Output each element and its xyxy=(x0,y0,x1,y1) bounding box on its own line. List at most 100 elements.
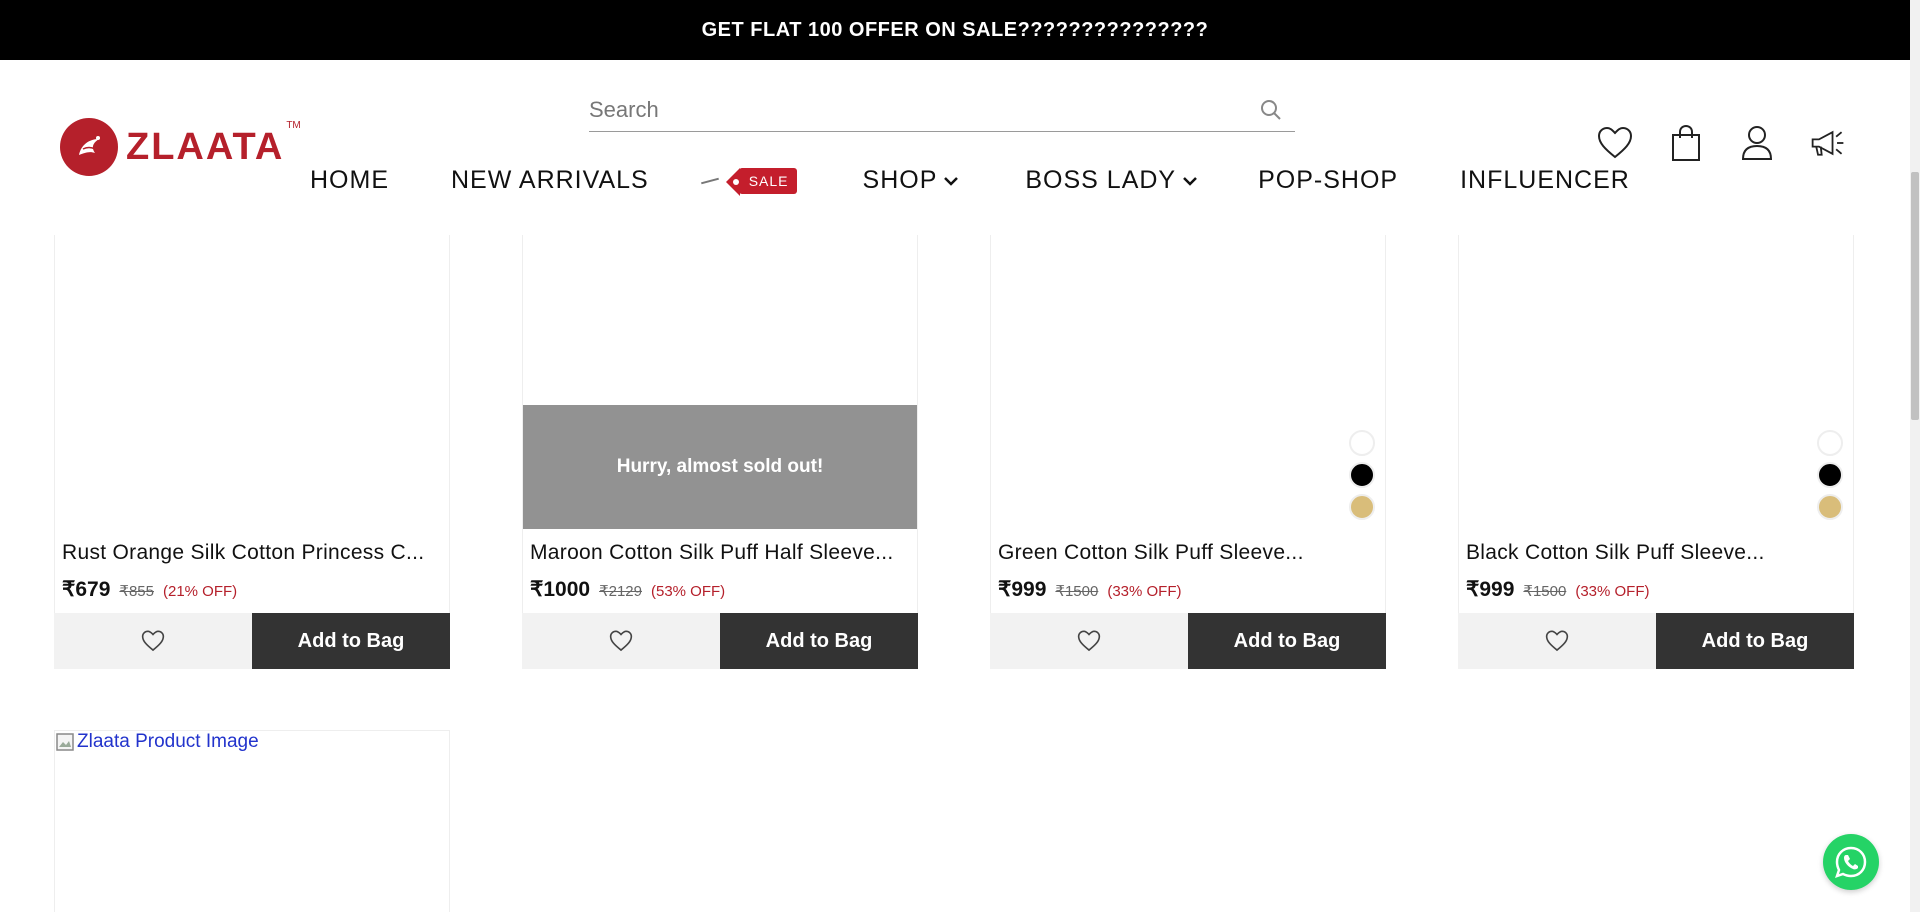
product-actions: Add to Bag xyxy=(522,613,918,669)
price-discount: (53% OFF) xyxy=(651,583,726,600)
product-price: ₹1000 ₹2129 (53% OFF) xyxy=(530,577,725,602)
header-icons xyxy=(1596,124,1847,162)
product-price: ₹999 ₹1500 (33% OFF) xyxy=(998,577,1182,602)
nav-home-label: HOME xyxy=(310,166,389,194)
product-price: ₹999 ₹1500 (33% OFF) xyxy=(1466,577,1650,602)
whatsapp-icon xyxy=(1835,846,1867,878)
product-title[interactable]: Maroon Cotton Silk Puff Half Sleeve... xyxy=(530,541,910,565)
product-card[interactable]: Hurry, almost sold out! Maroon Cotton Si… xyxy=(522,235,918,669)
price-discount: (33% OFF) xyxy=(1575,583,1650,600)
product-actions: Add to Bag xyxy=(990,613,1386,669)
heart-icon xyxy=(1597,126,1633,159)
chevron-down-icon xyxy=(944,176,959,186)
product-image[interactable] xyxy=(55,235,449,529)
nav-pop-shop-label: POP-SHOP xyxy=(1258,166,1399,194)
price-current: ₹999 xyxy=(1466,578,1515,601)
swatch-black[interactable] xyxy=(1349,462,1375,488)
color-swatches xyxy=(1817,430,1843,520)
add-to-bag-button[interactable]: Add to Bag xyxy=(252,613,450,669)
price-original: ₹855 xyxy=(119,583,154,600)
brand-logo-mark xyxy=(60,118,118,176)
product-title[interactable]: Rust Orange Silk Cotton Princess C... xyxy=(62,541,442,565)
product-card[interactable]: Rust Orange Silk Cotton Princess C... ₹6… xyxy=(54,235,450,669)
add-to-wishlist-button[interactable] xyxy=(522,613,720,669)
add-to-wishlist-button[interactable] xyxy=(1458,613,1656,669)
search-bar xyxy=(589,88,1295,132)
heart-icon xyxy=(141,630,165,652)
add-to-bag-button[interactable]: Add to Bag xyxy=(720,613,918,669)
whatsapp-chat-button[interactable] xyxy=(1823,834,1879,890)
product-title[interactable]: Green Cotton Silk Puff Sleeve... xyxy=(998,541,1378,565)
product-actions: Add to Bag xyxy=(54,613,450,669)
product-title[interactable]: Black Cotton Silk Puff Sleeve... xyxy=(1466,541,1846,565)
product-card[interactable]: Black Cotton Silk Puff Sleeve... ₹999 ₹1… xyxy=(1458,235,1854,669)
heart-icon xyxy=(609,630,633,652)
nav-shop-label: SHOP xyxy=(862,166,938,194)
site-header: ZLAATA TM HOME NEW ARRIVALS SALE xyxy=(0,60,1910,235)
nav-influencer[interactable]: INFLUENCER xyxy=(1460,166,1630,195)
add-to-bag-button[interactable]: Add to Bag xyxy=(1188,613,1386,669)
low-stock-overlay: Hurry, almost sold out! xyxy=(523,405,917,529)
account-button[interactable] xyxy=(1738,124,1776,162)
price-current: ₹1000 xyxy=(530,578,591,601)
page-scrollbar[interactable] xyxy=(1910,0,1920,912)
nav-pop-shop[interactable]: POP-SHOP xyxy=(1258,166,1398,195)
swatch-white[interactable] xyxy=(1817,430,1843,456)
brand-name: ZLAATA xyxy=(126,125,285,168)
announcement-bar: GET FLAT 100 OFFER ON SALE??????????????… xyxy=(0,0,1910,60)
nav-new-arrivals[interactable]: NEW ARRIVALS xyxy=(451,166,649,195)
scrollbar-thumb[interactable] xyxy=(1911,172,1919,420)
product-price: ₹679 ₹855 (21% OFF) xyxy=(62,577,237,602)
product-image[interactable] xyxy=(1459,235,1853,529)
price-original: ₹1500 xyxy=(1523,583,1567,600)
swatch-beige[interactable] xyxy=(1817,494,1843,520)
add-to-wishlist-button[interactable] xyxy=(990,613,1188,669)
product-actions: Add to Bag xyxy=(1458,613,1854,669)
nav-influencer-label: INFLUENCER xyxy=(1460,166,1630,194)
price-discount: (33% OFF) xyxy=(1107,583,1182,600)
product-image-broken[interactable]: Zlaata Product Image xyxy=(55,731,259,753)
price-current: ₹679 xyxy=(62,578,111,601)
search-input[interactable] xyxy=(589,89,1249,130)
cart-button[interactable] xyxy=(1667,124,1705,162)
nav-new-arrivals-label: NEW ARRIVALS xyxy=(451,166,649,194)
nav-sale[interactable]: SALE xyxy=(700,167,797,196)
price-discount: (21% OFF) xyxy=(162,583,238,600)
nav-home[interactable]: HOME xyxy=(310,166,389,195)
nav-sale-label: SALE xyxy=(748,172,789,189)
announcements-button[interactable] xyxy=(1809,124,1847,162)
announcement-text: GET FLAT 100 OFFER ON SALE??????????????… xyxy=(701,18,1209,41)
swatch-white[interactable] xyxy=(1349,430,1375,456)
price-original: ₹1500 xyxy=(1055,583,1099,600)
brand-logo[interactable]: ZLAATA TM xyxy=(60,118,301,176)
product-image[interactable]: Hurry, almost sold out! xyxy=(523,235,917,529)
product-image[interactable] xyxy=(991,235,1385,529)
wishlist-button[interactable] xyxy=(1596,124,1634,162)
main-nav: HOME NEW ARRIVALS SALE SHOP BOSS LADY PO… xyxy=(310,166,1630,196)
broken-image-alt: Zlaata Product Image xyxy=(77,731,259,752)
page: GET FLAT 100 OFFER ON SALE??????????????… xyxy=(0,0,1920,912)
user-icon xyxy=(1741,126,1773,160)
chevron-down-icon xyxy=(1183,176,1197,186)
sale-tag-icon: SALE xyxy=(725,167,797,196)
swatch-black[interactable] xyxy=(1817,462,1843,488)
add-to-wishlist-button[interactable] xyxy=(54,613,252,669)
megaphone-icon xyxy=(1811,130,1844,156)
nav-shop[interactable]: SHOP xyxy=(863,166,960,195)
nav-boss-lady-label: BOSS LADY xyxy=(1025,166,1177,194)
color-swatches xyxy=(1349,430,1375,520)
swatch-beige[interactable] xyxy=(1349,494,1375,520)
product-card[interactable]: Green Cotton Silk Puff Sleeve... ₹999 ₹1… xyxy=(990,235,1386,669)
add-to-bag-button[interactable]: Add to Bag xyxy=(1656,613,1854,669)
nav-boss-lady[interactable]: BOSS LADY xyxy=(1025,166,1198,195)
heart-icon xyxy=(1545,630,1569,652)
sale-tag-string xyxy=(700,177,719,184)
heart-icon xyxy=(1077,630,1101,652)
price-original: ₹2129 xyxy=(599,583,642,600)
broken-image-icon xyxy=(56,733,74,751)
product-card[interactable]: Zlaata Product Image xyxy=(54,730,450,912)
trademark: TM xyxy=(286,120,301,131)
price-current: ₹999 xyxy=(998,578,1047,601)
search-icon[interactable] xyxy=(1259,98,1283,127)
shopping-bag-icon xyxy=(1672,124,1700,161)
